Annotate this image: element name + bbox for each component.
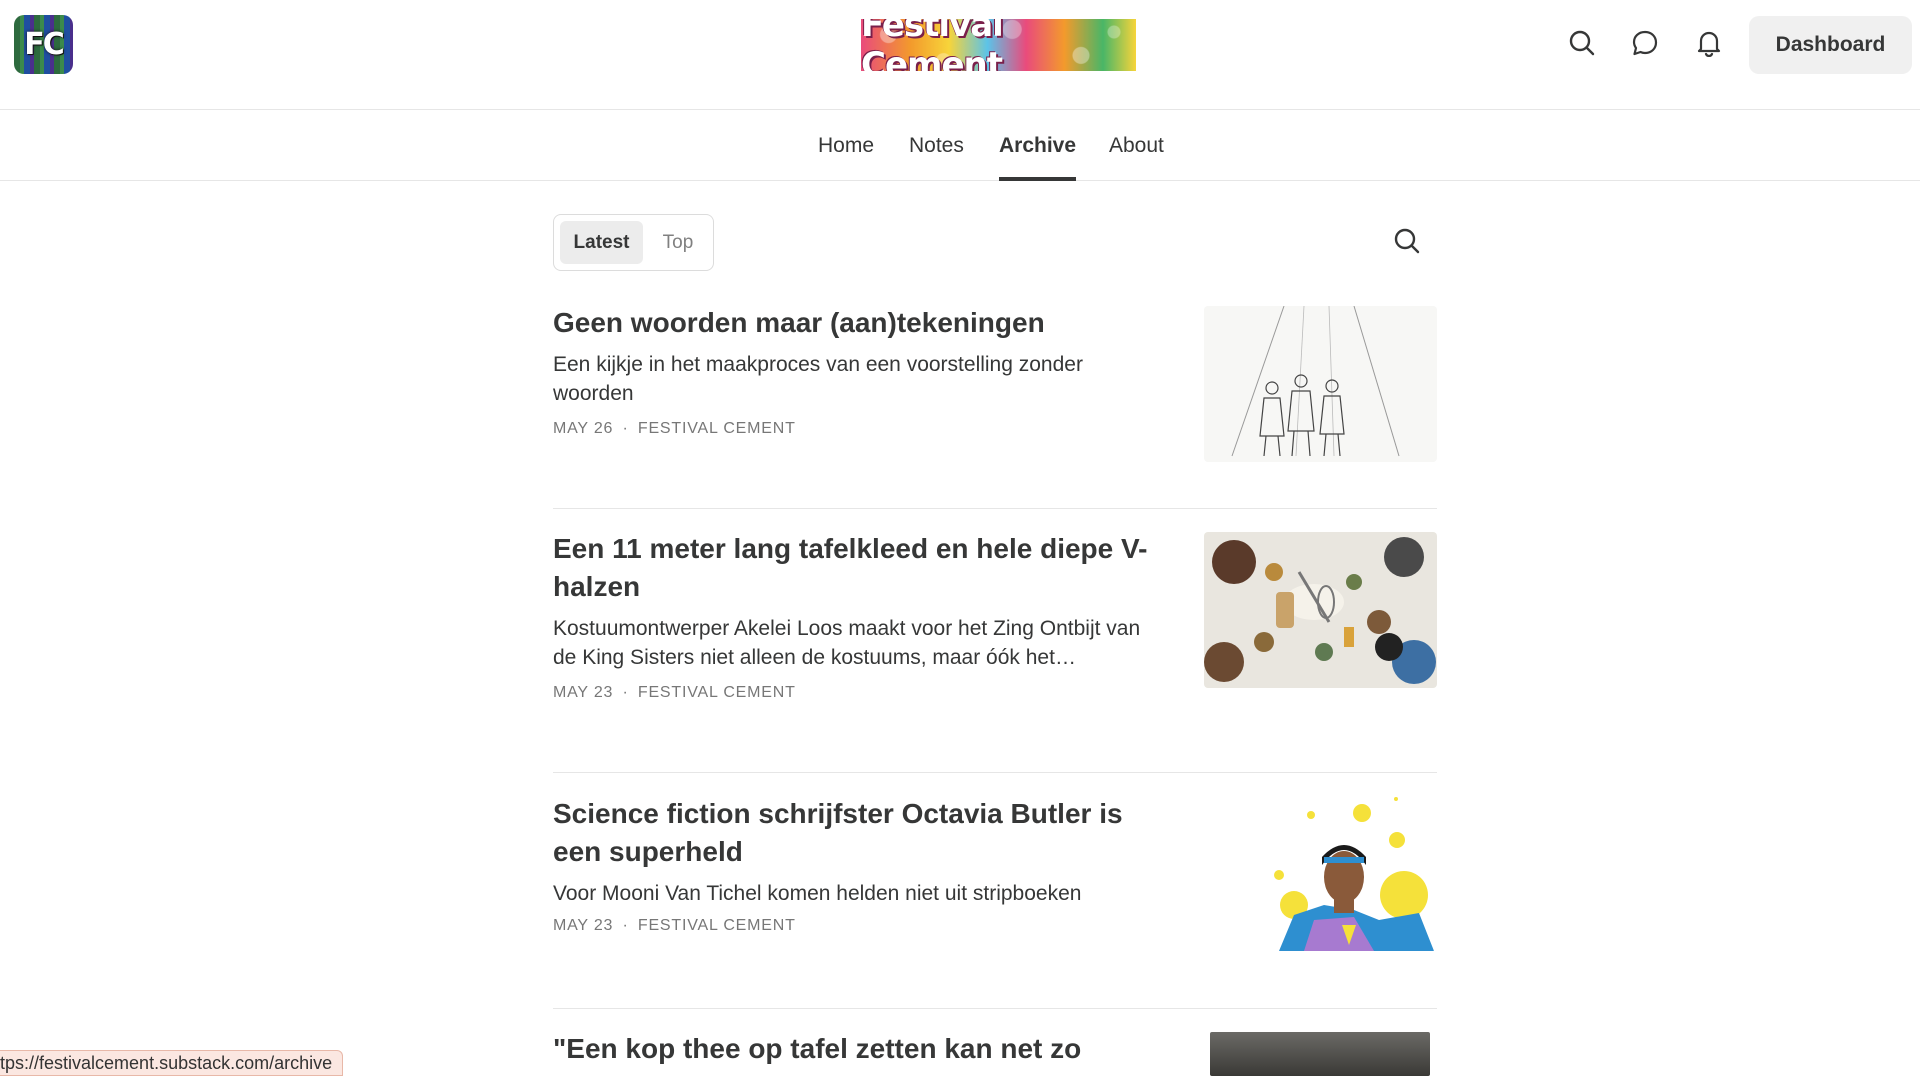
- meta-separator: ·: [622, 917, 629, 934]
- post-title[interactable]: "Een kop thee op tafel zetten kan net zo: [553, 1030, 1173, 1068]
- post-date: MAY 26: [553, 420, 614, 437]
- post-thumbnail[interactable]: [1204, 306, 1437, 462]
- post-subtitle: Een kijkje in het maakproces van een voo…: [553, 353, 1083, 405]
- post-meta: MAY 23 · FESTIVAL CEMENT: [553, 917, 796, 935]
- post-thumbnail[interactable]: [1210, 1032, 1430, 1076]
- post-item[interactable]: Science fiction schrijfster Octavia Butl…: [553, 795, 1437, 975]
- post-title[interactable]: Geen woorden maar (aan)tekeningen: [553, 304, 1173, 342]
- post-thumbnail[interactable]: [1204, 532, 1437, 688]
- post-author[interactable]: FESTIVAL CEMENT: [638, 420, 796, 437]
- archive-search-icon[interactable]: [1392, 226, 1422, 256]
- publication-wordmark-text: Festival Cement: [861, 19, 1004, 71]
- nav-home[interactable]: Home: [818, 134, 874, 181]
- nav-notes[interactable]: Notes: [909, 134, 964, 181]
- sort-toggle: Latest Top: [553, 214, 714, 271]
- post-author[interactable]: FESTIVAL CEMENT: [638, 917, 796, 934]
- post-item[interactable]: "Een kop thee op tafel zetten kan net zo: [553, 1030, 1437, 1076]
- nav-about[interactable]: About: [1109, 134, 1164, 181]
- post-item[interactable]: Geen woorden maar (aan)tekeningen Een ki…: [553, 304, 1437, 464]
- post-divider: [553, 1008, 1437, 1009]
- search-icon[interactable]: [1567, 28, 1597, 58]
- meta-separator: ·: [622, 684, 629, 701]
- publication-logo[interactable]: FC: [14, 15, 73, 74]
- meta-separator: ·: [622, 420, 629, 437]
- site-header: FC Festival Cement Dashboard: [0, 0, 1920, 110]
- publication-nav: Home Notes Archive About: [0, 110, 1920, 181]
- publication-wordmark[interactable]: Festival Cement: [861, 19, 1136, 71]
- post-subtitle: Kostuumontwerper Akelei Loos maakt voor …: [553, 617, 1141, 669]
- bell-icon[interactable]: [1694, 28, 1724, 58]
- post-date: MAY 23: [553, 684, 614, 701]
- post-title[interactable]: Science fiction schrijfster Octavia Butl…: [553, 795, 1173, 871]
- post-item[interactable]: Een 11 meter lang tafelkleed en hele die…: [553, 530, 1437, 710]
- post-divider: [553, 772, 1437, 773]
- publication-logo-text: FC: [24, 27, 64, 62]
- nav-archive[interactable]: Archive: [999, 134, 1077, 181]
- post-meta: MAY 26 · FESTIVAL CEMENT: [553, 420, 796, 438]
- chat-icon[interactable]: [1630, 28, 1660, 58]
- post-divider: [553, 508, 1437, 509]
- post-date: MAY 23: [553, 917, 614, 934]
- post-title[interactable]: Een 11 meter lang tafelkleed en hele die…: [553, 530, 1173, 606]
- post-meta: MAY 23 · FESTIVAL CEMENT: [553, 684, 796, 702]
- dashboard-button[interactable]: Dashboard: [1749, 16, 1912, 74]
- post-subtitle: Voor Mooni Van Tichel komen helden niet …: [553, 882, 1082, 905]
- status-bar-url: tps://festivalcement.substack.com/archiv…: [0, 1050, 344, 1076]
- post-author[interactable]: FESTIVAL CEMENT: [638, 684, 796, 701]
- sort-latest-tab[interactable]: Latest: [560, 221, 643, 264]
- post-thumbnail[interactable]: [1204, 795, 1437, 951]
- sort-top-tab[interactable]: Top: [649, 221, 707, 264]
